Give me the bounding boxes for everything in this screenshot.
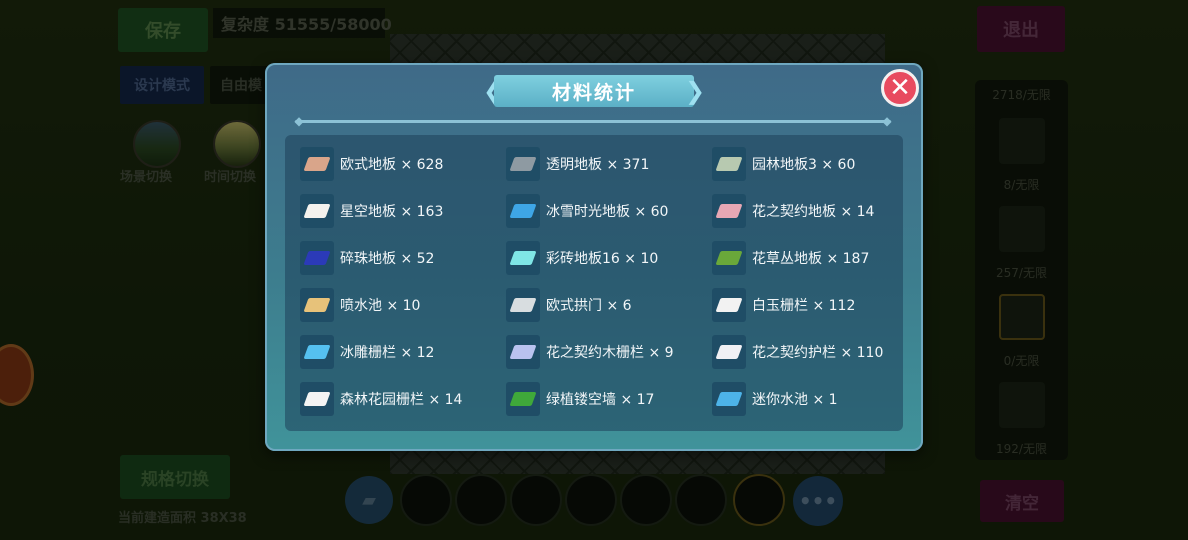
material-item: 喷水池 × 10 [300, 288, 420, 322]
material-label: 喷水池 × 10 [340, 298, 421, 314]
material-label: 星空地板 × 163 [340, 204, 444, 220]
ice-snow-floor-icon [506, 194, 540, 228]
material-item: 森林花园栅栏 × 14 [300, 382, 462, 416]
material-item: 花之契约木栅栏 × 9 [506, 335, 674, 369]
transparent-floor-icon [506, 147, 540, 181]
jade-fence-icon [712, 288, 746, 322]
material-label: 欧式地板 × 628 [340, 157, 444, 173]
material-stats-dialog: ❮ 材料统计 ❯ ✕ ◆ ◆ 欧式地板 × 628透明地板 × 371园林地板3… [265, 63, 923, 451]
material-item: 白玉栅栏 × 112 [712, 288, 855, 322]
dialog-title: 材料统计 [494, 75, 694, 107]
title-ornament-right-icon: ❯ [684, 77, 706, 105]
material-label: 园林地板3 × 60 [752, 157, 856, 173]
material-label: 绿植镂空墙 × 17 [546, 392, 655, 408]
material-item: 欧式地板 × 628 [300, 147, 443, 181]
close-icon[interactable]: ✕ [881, 69, 919, 107]
euro-floor-icon [300, 147, 334, 181]
material-label: 花之契约护栏 × 110 [752, 345, 884, 361]
garden-floor-icon [712, 147, 746, 181]
divider-ornament-icon: ◆ [882, 114, 892, 128]
flower-grass-floor-icon [712, 241, 746, 275]
material-label: 冰雕栅栏 × 12 [340, 345, 435, 361]
material-label: 迷你水池 × 1 [752, 392, 838, 408]
starry-floor-icon [300, 194, 334, 228]
material-item: 花之契约护栏 × 110 [712, 335, 883, 369]
material-label: 欧式拱门 × 6 [546, 298, 632, 314]
material-item: 星空地板 × 163 [300, 194, 443, 228]
material-item: 彩砖地板16 × 10 [506, 241, 658, 275]
title-divider [295, 120, 891, 123]
forest-fence-icon [300, 382, 334, 416]
material-label: 彩砖地板16 × 10 [546, 251, 659, 267]
material-list: 欧式地板 × 628 透明地板 × 371 园林地板3 × 60 星空地板 × 163… [285, 135, 903, 431]
material-label: 白玉栅栏 × 112 [752, 298, 856, 314]
fountain-icon [300, 288, 334, 322]
flower-rail-icon [712, 335, 746, 369]
material-label: 碎珠地板 × 52 [340, 251, 435, 267]
material-label: 花之契约地板 × 14 [752, 204, 875, 220]
ice-fence-icon [300, 335, 334, 369]
green-wall-icon [506, 382, 540, 416]
material-item: 迷你水池 × 1 [712, 382, 838, 416]
bead-floor-icon [300, 241, 334, 275]
material-item: 园林地板3 × 60 [712, 147, 855, 181]
flower-wood-fence-icon [506, 335, 540, 369]
material-label: 冰雪时光地板 × 60 [546, 204, 669, 220]
color-tile-floor-icon [506, 241, 540, 275]
material-item: 冰雪时光地板 × 60 [506, 194, 668, 228]
material-item: 花草丛地板 × 187 [712, 241, 869, 275]
material-item: 透明地板 × 371 [506, 147, 649, 181]
material-item: 碎珠地板 × 52 [300, 241, 434, 275]
material-label: 花草丛地板 × 187 [752, 251, 870, 267]
material-label: 透明地板 × 371 [546, 157, 650, 173]
material-label: 森林花园栅栏 × 14 [340, 392, 463, 408]
material-item: 欧式拱门 × 6 [506, 288, 632, 322]
mini-pool-icon [712, 382, 746, 416]
material-label: 花之契约木栅栏 × 9 [546, 345, 674, 361]
euro-arch-icon [506, 288, 540, 322]
flower-pact-floor-icon [712, 194, 746, 228]
material-item: 冰雕栅栏 × 12 [300, 335, 434, 369]
material-item: 绿植镂空墙 × 17 [506, 382, 654, 416]
material-item: 花之契约地板 × 14 [712, 194, 874, 228]
